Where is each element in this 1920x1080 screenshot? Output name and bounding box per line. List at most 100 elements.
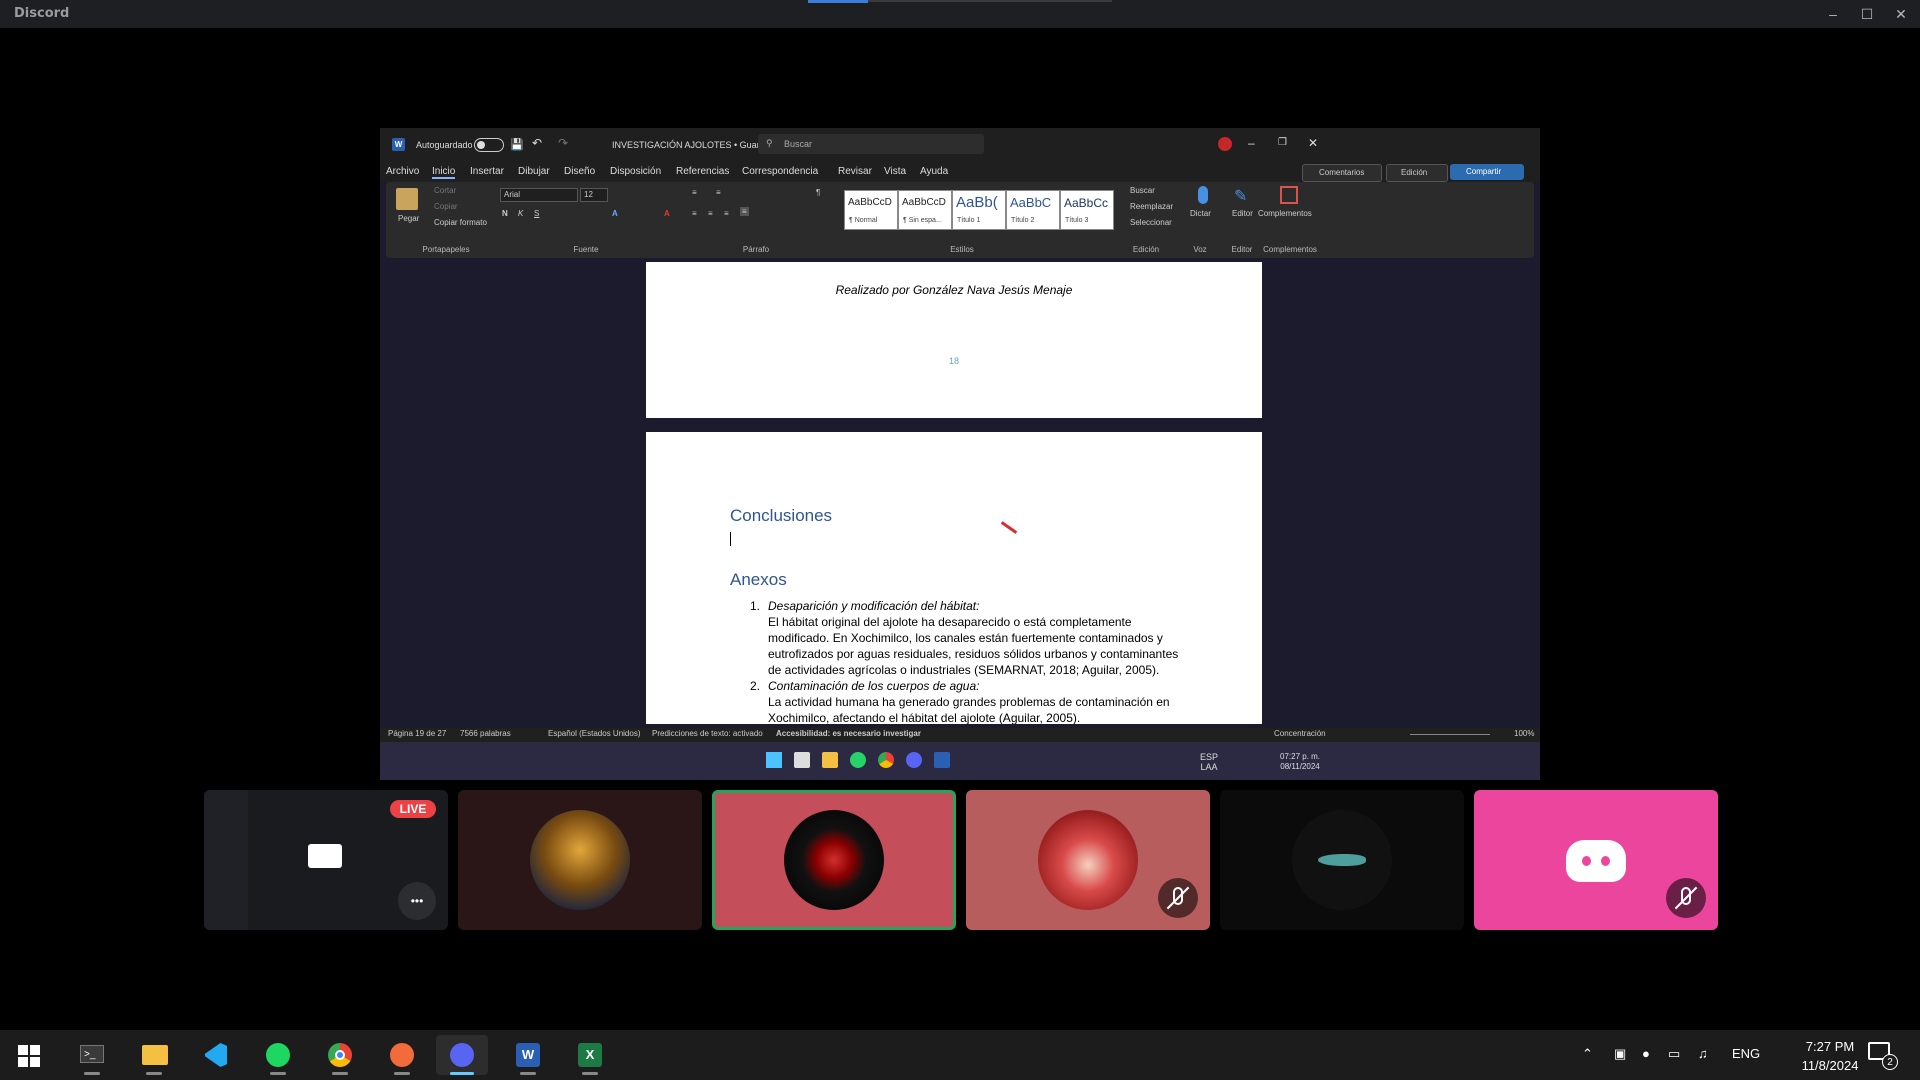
paste-icon[interactable]	[396, 188, 418, 210]
select-button[interactable]: Seleccionar	[1130, 218, 1172, 227]
user-avatar[interactable]	[1218, 137, 1232, 151]
participant-tile-speaking[interactable]	[712, 790, 956, 930]
discord-icon[interactable]	[436, 1035, 488, 1075]
participant-tile-1[interactable]	[458, 790, 702, 930]
tab-revisar[interactable]: Revisar	[838, 166, 872, 177]
replace-button[interactable]: Reemplazar	[1130, 202, 1173, 211]
windows-start-icon[interactable]	[18, 1045, 40, 1067]
format-painter-button[interactable]: Copiar formato	[434, 218, 487, 227]
language-indicator[interactable]: ENG	[1732, 1046, 1760, 1061]
more-options-button[interactable]: •••	[398, 882, 436, 920]
participant-stream-tile[interactable]: LIVE •••	[204, 790, 448, 930]
participant-tile-5[interactable]	[1474, 790, 1718, 930]
camera-icon[interactable]: ▣	[1614, 1046, 1626, 1062]
justify-button[interactable]: ≡	[740, 207, 749, 216]
tab-inicio[interactable]: Inicio	[432, 166, 456, 179]
style-heading-1[interactable]: AaBb( Título 1	[952, 190, 1006, 230]
document-title[interactable]: INVESTIGACIÓN AJOLOTES • Guardado	[612, 140, 780, 150]
comments-button[interactable]: Comentarios	[1302, 164, 1382, 182]
font-color-button[interactable]: A	[664, 209, 670, 218]
share-button[interactable]: Compartir	[1450, 164, 1524, 180]
terminal-icon[interactable]: >_	[66, 1035, 118, 1075]
focus-button[interactable]: Concentración	[1274, 729, 1326, 738]
tab-dibujar[interactable]: Dibujar	[518, 166, 550, 177]
find-button[interactable]: Buscar	[1130, 186, 1155, 195]
page-count[interactable]: Página 19 de 27	[388, 729, 446, 738]
network-icon[interactable]: ▭	[1668, 1046, 1680, 1062]
zoom-level[interactable]: 100%	[1514, 729, 1534, 738]
participant-tile-4[interactable]	[1220, 790, 1464, 930]
autosave-toggle[interactable]	[474, 138, 504, 152]
search-box[interactable]: ⚲ Buscar	[758, 134, 984, 154]
ribbon: Pegar Cortar Copiar Copiar formato Porta…	[386, 182, 1534, 258]
chrome-icon[interactable]	[314, 1035, 366, 1075]
undo-icon[interactable]: ↶	[532, 136, 542, 150]
word-close-button[interactable]: ✕	[1308, 136, 1318, 150]
bullets-button[interactable]: ≡	[692, 188, 697, 197]
tab-insertar[interactable]: Insertar	[470, 166, 504, 177]
text-effects-button[interactable]: A	[612, 209, 618, 218]
tab-referencias[interactable]: Referencias	[676, 166, 729, 177]
align-left-button[interactable]: ≡	[692, 209, 697, 218]
tab-ayuda[interactable]: Ayuda	[920, 166, 948, 177]
word-minimize-button[interactable]: –	[1248, 136, 1255, 150]
excel-icon[interactable]: X	[564, 1035, 616, 1075]
shark-icon	[1318, 854, 1366, 866]
show-marks-button[interactable]: ¶	[816, 188, 820, 197]
close-button[interactable]: ✕	[1890, 4, 1912, 24]
document-page-19[interactable]: Conclusiones Anexos 1. Desaparición y mo…	[646, 432, 1262, 724]
language-status[interactable]: Español (Estados Unidos)	[548, 729, 641, 738]
underline-button[interactable]: S	[534, 209, 539, 218]
addins-button[interactable]: Complementos	[1258, 209, 1312, 218]
minimize-button[interactable]: –	[1822, 4, 1844, 24]
shared-screen[interactable]: W Autoguardado 💾 ↶ ↷ INVESTIGACIÓN AJOLO…	[380, 128, 1540, 780]
show-hidden-icons-icon[interactable]: ⌃	[1582, 1046, 1593, 1062]
style-no-spacing[interactable]: AaBbCcD ¶ Sin espa...	[898, 190, 952, 230]
word-count[interactable]: 7566 palabras	[460, 729, 511, 738]
zoom-slider[interactable]	[1410, 734, 1490, 735]
word-restore-button[interactable]: ❐	[1278, 137, 1287, 148]
clock[interactable]: 7:27 PM 11/8/2024	[1790, 1037, 1870, 1075]
italic-button[interactable]: K	[518, 209, 523, 218]
paint-icon[interactable]	[376, 1035, 428, 1075]
style-heading-3[interactable]: AaBbCc Título 3	[1060, 190, 1114, 230]
tab-disposicion[interactable]: Disposición	[610, 166, 661, 177]
style-heading-2[interactable]: AaBbC Título 2	[1006, 190, 1060, 230]
tab-correspondencia[interactable]: Correspondencia	[742, 166, 818, 177]
tab-diseno[interactable]: Diseño	[564, 166, 595, 177]
file-explorer-icon[interactable]	[128, 1035, 180, 1075]
style-normal[interactable]: AaBbCcD ¶ Normal	[844, 190, 898, 230]
microphone-icon[interactable]	[1198, 186, 1208, 204]
tab-vista[interactable]: Vista	[884, 166, 906, 177]
microphone-icon[interactable]: ●	[1642, 1046, 1650, 1061]
folder-icon	[822, 752, 838, 768]
volume-icon[interactable]: ♫	[1698, 1046, 1708, 1061]
dictate-button[interactable]: Dictar	[1190, 209, 1211, 218]
vscode-icon[interactable]	[190, 1035, 242, 1075]
addins-icon[interactable]	[1280, 186, 1298, 204]
bold-button[interactable]: N	[502, 209, 508, 218]
predictions-status[interactable]: Predicciones de texto: activado	[652, 729, 763, 738]
editor-icon[interactable]: ✎	[1234, 186, 1252, 205]
align-center-button[interactable]: ≡	[708, 209, 713, 218]
paste-label[interactable]: Pegar	[398, 214, 419, 223]
cut-button[interactable]: Cortar	[434, 186, 456, 195]
font-name-value: Arial	[504, 190, 521, 199]
copy-button[interactable]: Copiar	[434, 202, 458, 211]
spotify-icon[interactable]	[252, 1035, 304, 1075]
list-item-line: La actividad humana ha generado grandes …	[768, 695, 1170, 709]
word-icon[interactable]: W	[502, 1035, 554, 1075]
tab-archivo[interactable]: Archivo	[386, 166, 419, 177]
accessibility-status[interactable]: Accesibilidad: es necesario investigar	[776, 729, 921, 738]
participant-tile-3[interactable]	[966, 790, 1210, 930]
editing-mode-button[interactable]: Edición	[1386, 164, 1448, 182]
save-icon[interactable]: 💾	[510, 138, 524, 151]
numbering-button[interactable]: ≡	[716, 188, 721, 197]
redo-icon[interactable]: ↷	[558, 136, 568, 150]
font-name-select[interactable]: Arial	[500, 188, 578, 202]
document-page-18[interactable]: Realizado por González Nava Jesús Menaje…	[646, 262, 1262, 418]
maximize-button[interactable]: ☐	[1856, 4, 1878, 24]
editor-button[interactable]: Editor	[1232, 209, 1253, 218]
align-right-button[interactable]: ≡	[724, 209, 729, 218]
font-size-select[interactable]: 12	[580, 188, 608, 202]
